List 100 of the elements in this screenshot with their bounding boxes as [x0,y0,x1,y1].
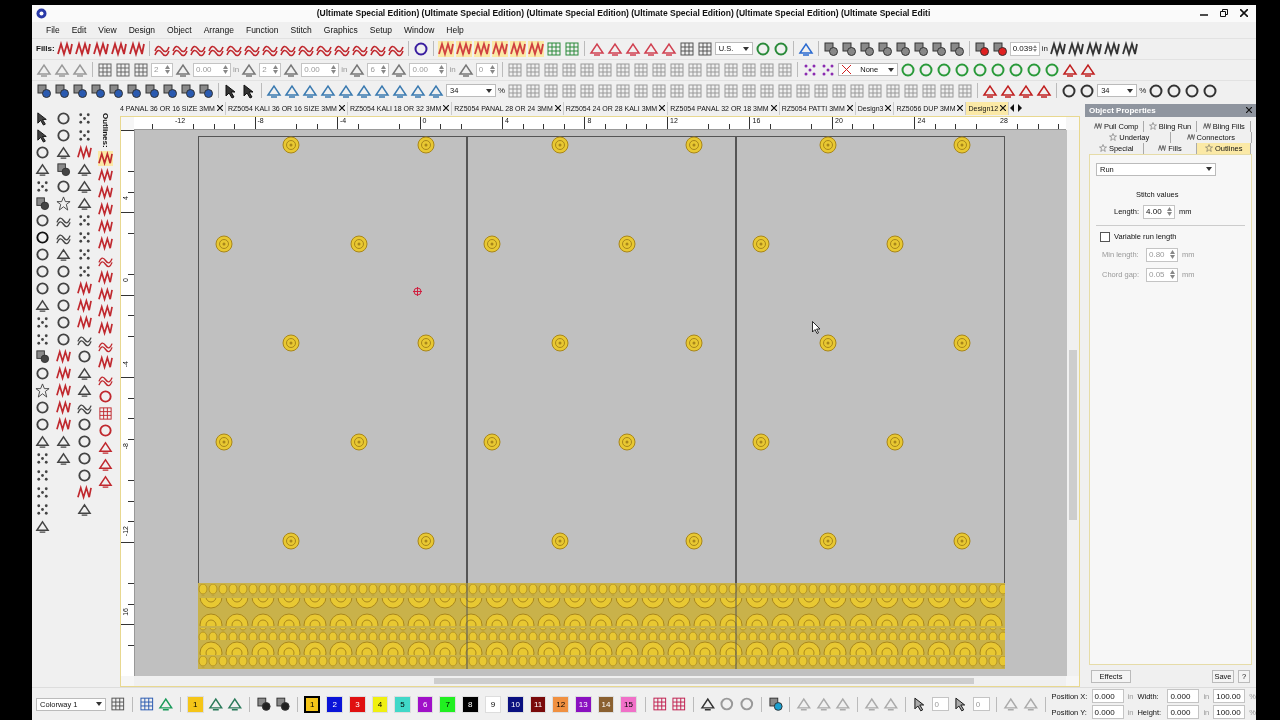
square-icon[interactable] [948,40,965,57]
thread-color-swatch[interactable]: 11 [529,695,547,713]
scale-field[interactable]: 100.00 [1213,705,1246,719]
close-icon[interactable] [885,105,892,112]
star-icon[interactable] [55,195,71,211]
zigzag-icon[interactable] [1067,40,1084,57]
dots-icon[interactable] [34,501,50,517]
grid-icon[interactable] [110,696,126,712]
square-icon[interactable] [34,348,50,364]
square-icon[interactable] [767,696,784,712]
shape-icon[interactable] [55,433,71,449]
circle-icon[interactable] [1079,82,1096,99]
zigzag-icon[interactable] [97,287,113,303]
menu-item[interactable]: Help [440,24,470,35]
close-icon[interactable] [1246,107,1252,114]
shape-icon[interactable] [1018,82,1035,99]
position-field[interactable]: 0.000 [1091,705,1124,719]
square-icon[interactable] [162,82,178,99]
star-icon[interactable] [34,382,50,398]
dots-icon[interactable] [34,484,50,500]
dropdown-caret-icon[interactable] [486,88,492,93]
square-icon[interactable] [108,82,124,99]
shape-icon[interactable] [76,161,92,177]
circle-icon[interactable] [76,433,92,449]
grid-icon[interactable] [138,696,155,712]
dots-icon[interactable] [76,127,92,143]
dropdown-caret-icon[interactable] [1127,88,1134,93]
zigzag-icon[interactable] [55,416,71,432]
grid-icon[interactable] [671,696,687,712]
dots-icon[interactable] [76,212,92,228]
circle-icon[interactable] [55,178,71,194]
zigzag-icon[interactable] [1121,40,1138,57]
size-field[interactable]: 0.000 [1167,689,1200,703]
spinner-arrows-icon[interactable] [1032,44,1037,54]
shape-icon[interactable] [76,501,92,517]
zigzag-icon[interactable] [55,348,71,364]
thread-color-swatch[interactable]: 13 [575,695,592,713]
dots-icon[interactable] [76,263,92,279]
zigzag-icon[interactable] [97,151,113,167]
spinner-arrows-icon[interactable] [331,65,337,75]
grid-icon[interactable] [563,40,580,57]
square-icon[interactable] [180,82,196,99]
close-icon[interactable] [659,105,666,112]
square-icon[interactable] [144,82,160,99]
square-icon[interactable] [72,82,88,99]
shape-icon[interactable] [76,365,92,381]
zigzag-icon[interactable] [55,382,71,398]
square-icon[interactable] [840,40,857,57]
spinner-arrows-icon[interactable] [439,65,445,75]
circle-icon[interactable] [34,229,50,245]
menu-item[interactable]: Window [398,24,441,35]
dots-icon[interactable] [76,229,92,245]
zigzag-icon[interactable] [76,484,92,500]
zigzag-icon[interactable] [56,40,73,57]
thread-color-swatch[interactable]: 1 [303,695,321,713]
current-color-swatch[interactable]: 1 [186,695,204,713]
zigzag-icon[interactable] [74,40,91,57]
spinner-arrows-icon[interactable] [489,65,495,75]
shape-icon[interactable] [34,297,50,313]
zigzag-icon[interactable] [97,304,113,320]
dropdown-caret-icon[interactable] [887,67,894,72]
circle-icon[interactable] [34,212,50,228]
circle-icon[interactable] [1202,82,1219,99]
zigzag-icon[interactable] [97,185,113,201]
circle-icon[interactable] [34,144,50,160]
zigzag-icon[interactable] [97,168,113,184]
menu-item[interactable]: Graphics [317,24,364,35]
zigzag-icon[interactable] [55,399,71,415]
thread-color-swatch[interactable]: 4 [371,695,389,713]
spacing-field[interactable]: 0.039 [1009,41,1040,56]
square-icon[interactable] [822,40,839,57]
shape-icon[interactable] [55,246,71,262]
zigzag-icon[interactable] [1049,40,1066,57]
shape-icon[interactable] [55,144,71,160]
shape-icon[interactable] [34,161,50,177]
square-icon[interactable] [34,195,50,211]
square-icon[interactable] [991,40,1008,57]
square-icon[interactable] [876,40,893,57]
thread-color-swatch[interactable]: 6 [416,695,434,713]
thread-color-swatch[interactable]: 3 [349,695,366,713]
zigzag-icon[interactable] [55,365,71,381]
zigzag-icon[interactable] [97,270,113,286]
thread-color-swatch[interactable]: 2 [326,695,344,713]
circle-icon[interactable] [34,416,50,432]
scale-field[interactable]: 100.00 [1213,689,1246,703]
menu-item[interactable]: View [92,24,123,35]
square-icon[interactable] [36,82,52,99]
zigzag-icon[interactable] [97,219,113,235]
circle-icon[interactable] [34,246,50,262]
shape-icon[interactable] [55,450,71,466]
zigzag-icon[interactable] [97,202,113,218]
zigzag-icon[interactable] [76,314,92,330]
square-icon[interactable] [126,82,142,99]
arrow-icon[interactable] [34,110,50,126]
square-icon[interactable] [54,82,70,99]
spinner-arrows-icon[interactable] [165,65,170,75]
menu-item[interactable]: File [40,24,66,35]
shape-icon[interactable] [76,178,92,194]
menu-item[interactable]: Design [122,24,162,35]
zigzag-icon[interactable] [97,355,113,371]
